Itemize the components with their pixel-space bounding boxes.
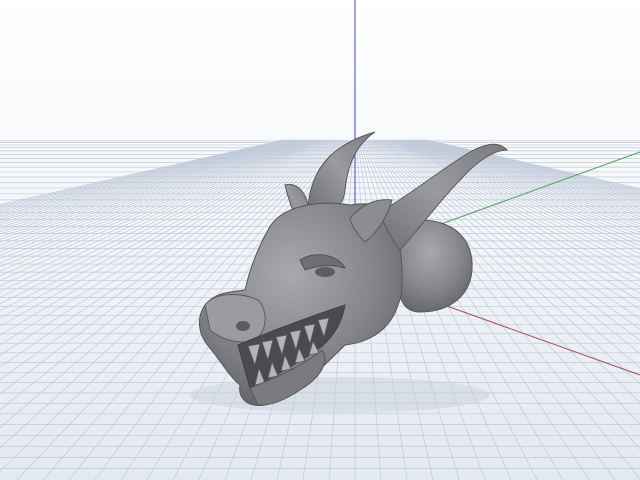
3d-viewport[interactable] xyxy=(0,0,640,480)
dragon-eye xyxy=(315,267,335,277)
model-shadow xyxy=(190,377,490,413)
viewport-canvas[interactable] xyxy=(0,0,640,480)
dragon-nostril xyxy=(236,321,250,331)
